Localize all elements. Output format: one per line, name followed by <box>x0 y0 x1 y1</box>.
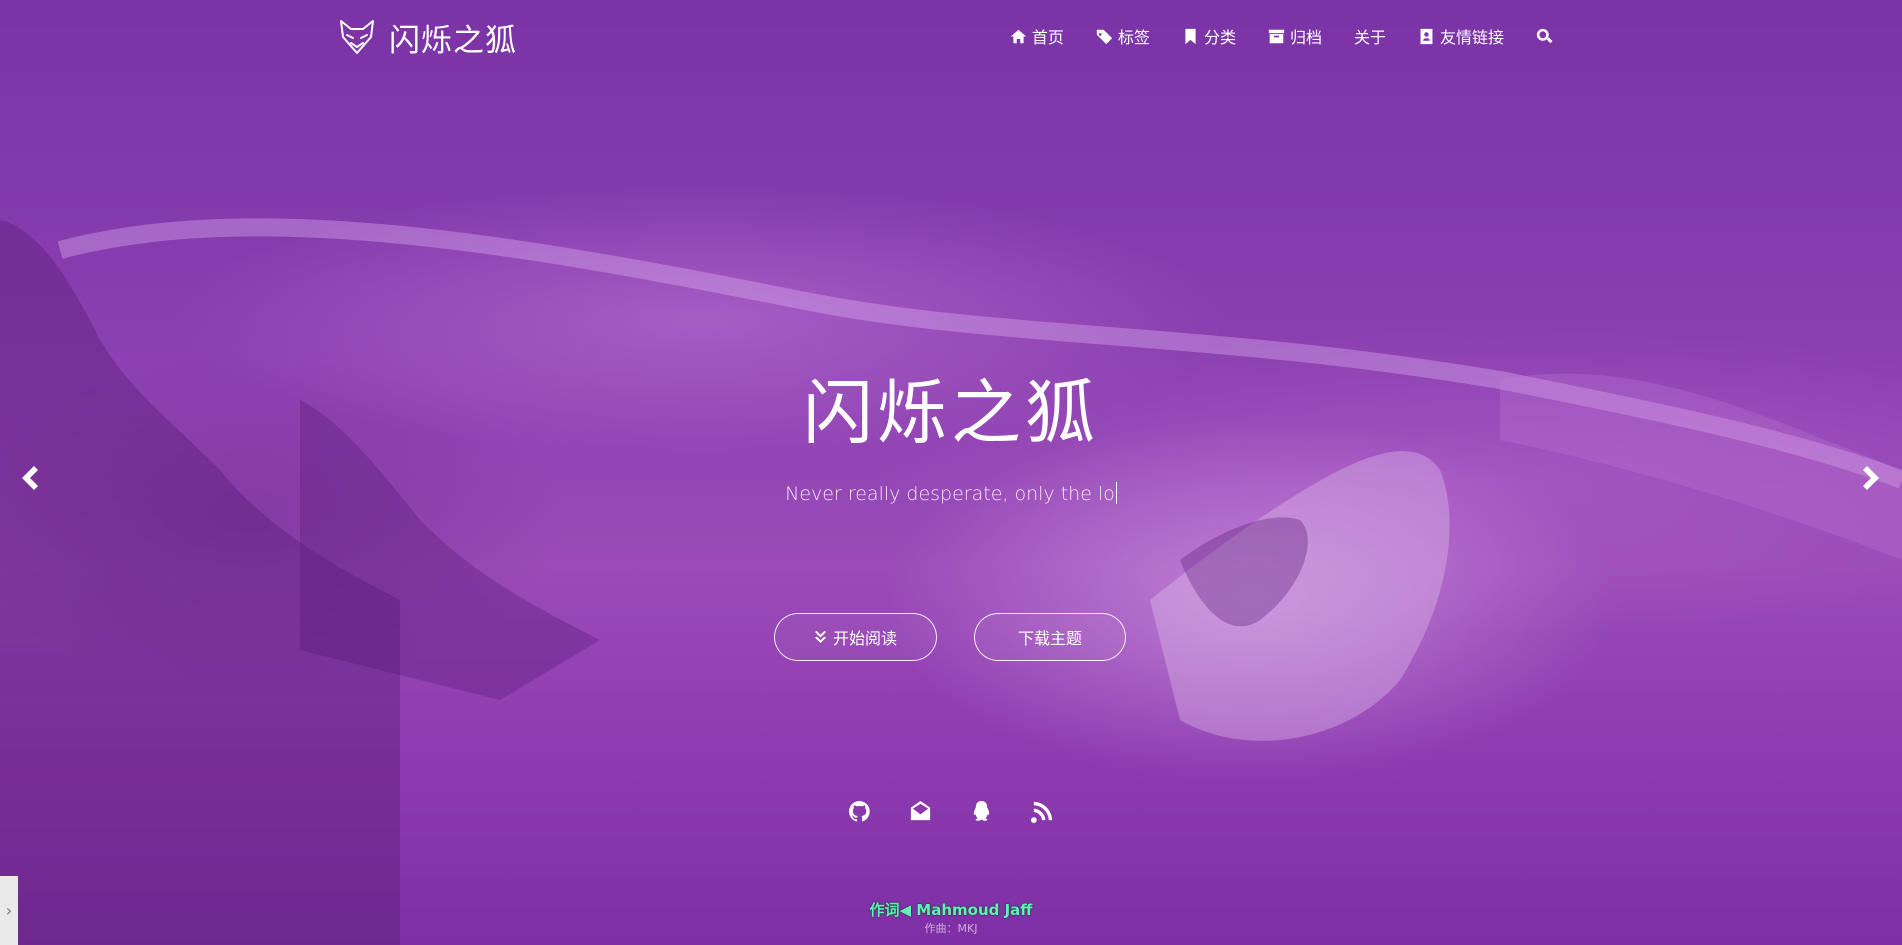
nav-item-label: 关于 <box>1353 28 1386 47</box>
typing-cursor <box>1115 482 1117 504</box>
nav-item-label: 友情链接 <box>1439 28 1504 47</box>
start-reading-button[interactable]: 开始阅读 <box>774 613 937 661</box>
nav-item-label: 归档 <box>1289 28 1322 47</box>
github-icon[interactable] <box>848 800 871 823</box>
search-button[interactable] <box>1536 28 1553 45</box>
address-card-icon <box>1420 28 1433 44</box>
lyrics-subline: 作曲：MKJ <box>924 922 978 935</box>
nav-item-label: 标签 <box>1117 28 1150 47</box>
start-reading-label: 开始阅读 <box>832 629 897 648</box>
search-icon <box>1536 28 1553 43</box>
hero-title: 闪烁之狐 <box>803 372 1099 454</box>
nav-item-label: 首页 <box>1031 28 1064 47</box>
download-theme-button[interactable]: 下载主题 <box>974 613 1126 661</box>
social-links <box>848 800 1054 823</box>
nav-menu: 首页 标签 分类 归档 关于 友情链接 <box>1010 24 1553 48</box>
nav-item-archive[interactable]: 归档 <box>1268 24 1322 48</box>
nav-item-friends[interactable]: 友情链接 <box>1418 24 1504 48</box>
lyrics-line: 作词◀ Mahmoud Jaff <box>869 901 1033 919</box>
fox-logo-icon <box>340 20 374 54</box>
hero-subtitle: Never really desperate, only the lo <box>0 482 1902 505</box>
rss-icon[interactable] <box>1031 800 1054 823</box>
download-theme-label: 下载主题 <box>1017 629 1082 648</box>
typed-text: Never really desperate, only the lo <box>785 483 1115 505</box>
brand[interactable]: 闪烁之狐 <box>337 14 517 60</box>
home-icon <box>1010 29 1027 43</box>
brand-title: 闪烁之狐 <box>389 22 517 59</box>
nav-item-tags[interactable]: 标签 <box>1096 24 1150 48</box>
nav-item-categories[interactable]: 分类 <box>1182 24 1236 48</box>
nav-item-about[interactable]: 关于 <box>1354 24 1386 48</box>
top-navbar: 闪烁之狐 首页 标签 分类 归档 关于 友情链接 <box>0 0 1902 76</box>
angle-double-down-icon <box>814 630 827 643</box>
archive-icon <box>1268 29 1285 43</box>
bookmark-icon <box>1185 28 1196 44</box>
tags-icon <box>1096 29 1113 44</box>
email-icon[interactable] <box>909 800 932 823</box>
nav-item-home[interactable]: 首页 <box>1010 24 1064 48</box>
nav-item-label: 分类 <box>1203 28 1236 47</box>
qq-icon[interactable] <box>970 800 993 823</box>
